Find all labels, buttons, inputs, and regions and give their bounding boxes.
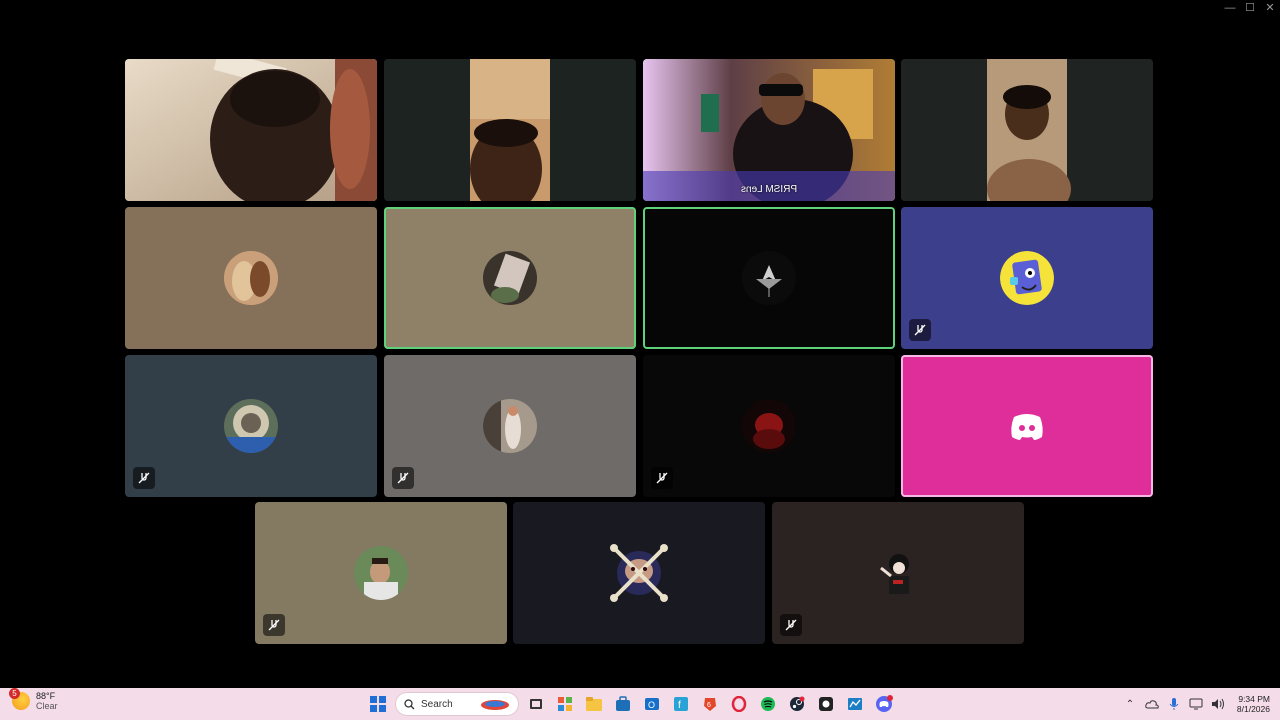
search-icon — [404, 698, 415, 709]
avatar-tile-4[interactable] — [901, 207, 1153, 349]
user-avatar — [224, 251, 278, 305]
user-avatar — [354, 546, 408, 600]
muted-icon — [651, 467, 673, 489]
start-icon[interactable] — [366, 692, 390, 716]
avatar-tile-5[interactable] — [125, 355, 377, 497]
store-icon[interactable] — [611, 692, 635, 716]
participant-video — [384, 59, 636, 201]
code-icon[interactable] — [843, 692, 867, 716]
avatar-tile-8[interactable] — [901, 355, 1153, 497]
chevron-up-icon[interactable]: ⌃ — [1123, 697, 1137, 711]
avatar-tile-10[interactable] — [513, 502, 765, 644]
window-controls: — ☐ ✕ — [1220, 0, 1280, 16]
user-avatar — [224, 399, 278, 453]
muted-icon — [392, 467, 414, 489]
avatar-tile-2[interactable] — [384, 207, 636, 349]
search-highlight-icon — [481, 700, 509, 710]
microphone-icon[interactable] — [1167, 697, 1181, 711]
svg-text:O: O — [648, 700, 655, 710]
spotify-icon[interactable] — [756, 692, 780, 716]
discord-icon[interactable] — [872, 692, 896, 716]
taskbar: 5 88°F Clear Search O f 6 ⌃ 9:34 PM 8/1/… — [0, 688, 1280, 720]
clock[interactable]: 9:34 PM 8/1/2026 — [1237, 694, 1270, 714]
discord-default-avatar — [1000, 399, 1054, 453]
copilot-icon[interactable] — [553, 692, 577, 716]
muted-icon — [780, 614, 802, 636]
user-avatar — [607, 541, 671, 605]
avatar-tile-11[interactable] — [772, 502, 1024, 644]
minimize-button[interactable]: — — [1220, 0, 1240, 16]
muted-icon — [263, 614, 285, 636]
app-icon[interactable] — [814, 692, 838, 716]
participant-video — [125, 59, 377, 201]
video-tile-2[interactable] — [384, 59, 636, 201]
search-placeholder: Search — [421, 698, 453, 710]
steam-icon[interactable] — [785, 692, 809, 716]
search-box[interactable]: Search — [395, 692, 519, 716]
system-tray: ⌃ 9:34 PM 8/1/2026 — [1123, 688, 1270, 720]
outlook-icon[interactable]: O — [640, 692, 664, 716]
opera-icon[interactable] — [727, 692, 751, 716]
brave-icon[interactable]: 6 — [698, 692, 722, 716]
file-explorer-icon[interactable] — [582, 692, 606, 716]
svg-text:6: 6 — [707, 702, 711, 709]
video-tile-3[interactable]: PRISM Lens — [643, 59, 895, 201]
cloud-icon[interactable] — [1145, 697, 1159, 711]
avatar-tile-7[interactable] — [643, 355, 895, 497]
weather-temp: 88°F — [36, 691, 56, 701]
volume-icon[interactable] — [1211, 697, 1225, 711]
notification-badge: 5 — [9, 688, 20, 699]
f-app-icon[interactable]: f — [669, 692, 693, 716]
maximize-button[interactable]: ☐ — [1240, 0, 1260, 16]
taskbar-apps: Search O f 6 — [366, 692, 896, 716]
user-avatar — [483, 399, 537, 453]
participant-video — [643, 59, 895, 201]
weather-widget[interactable]: 5 88°F Clear — [9, 688, 58, 711]
user-avatar — [742, 251, 796, 305]
video-tile-4[interactable] — [901, 59, 1153, 201]
weather-sun-icon: 5 — [9, 688, 30, 710]
task-view-icon[interactable] — [524, 692, 548, 716]
avatar-tile-9[interactable] — [255, 502, 507, 644]
user-avatar — [742, 399, 796, 453]
close-button[interactable]: ✕ — [1260, 0, 1280, 16]
user-avatar — [871, 546, 925, 600]
svg-text:f: f — [678, 700, 681, 711]
muted-icon — [909, 319, 931, 341]
user-avatar — [483, 251, 537, 305]
clock-date: 8/1/2026 — [1236, 704, 1270, 714]
avatar-tile-6[interactable] — [384, 355, 636, 497]
clock-time: 9:34 PM — [1238, 694, 1270, 704]
user-avatar — [1000, 251, 1054, 305]
video-tile-1[interactable] — [125, 59, 377, 201]
network-icon[interactable] — [1189, 697, 1203, 711]
camera-label: PRISM Lens — [740, 184, 798, 195]
avatar-tile-1[interactable] — [125, 207, 377, 349]
muted-icon — [133, 467, 155, 489]
participant-video — [901, 59, 1153, 201]
weather-condition: Clear — [36, 701, 58, 711]
avatar-tile-3[interactable] — [643, 207, 895, 349]
